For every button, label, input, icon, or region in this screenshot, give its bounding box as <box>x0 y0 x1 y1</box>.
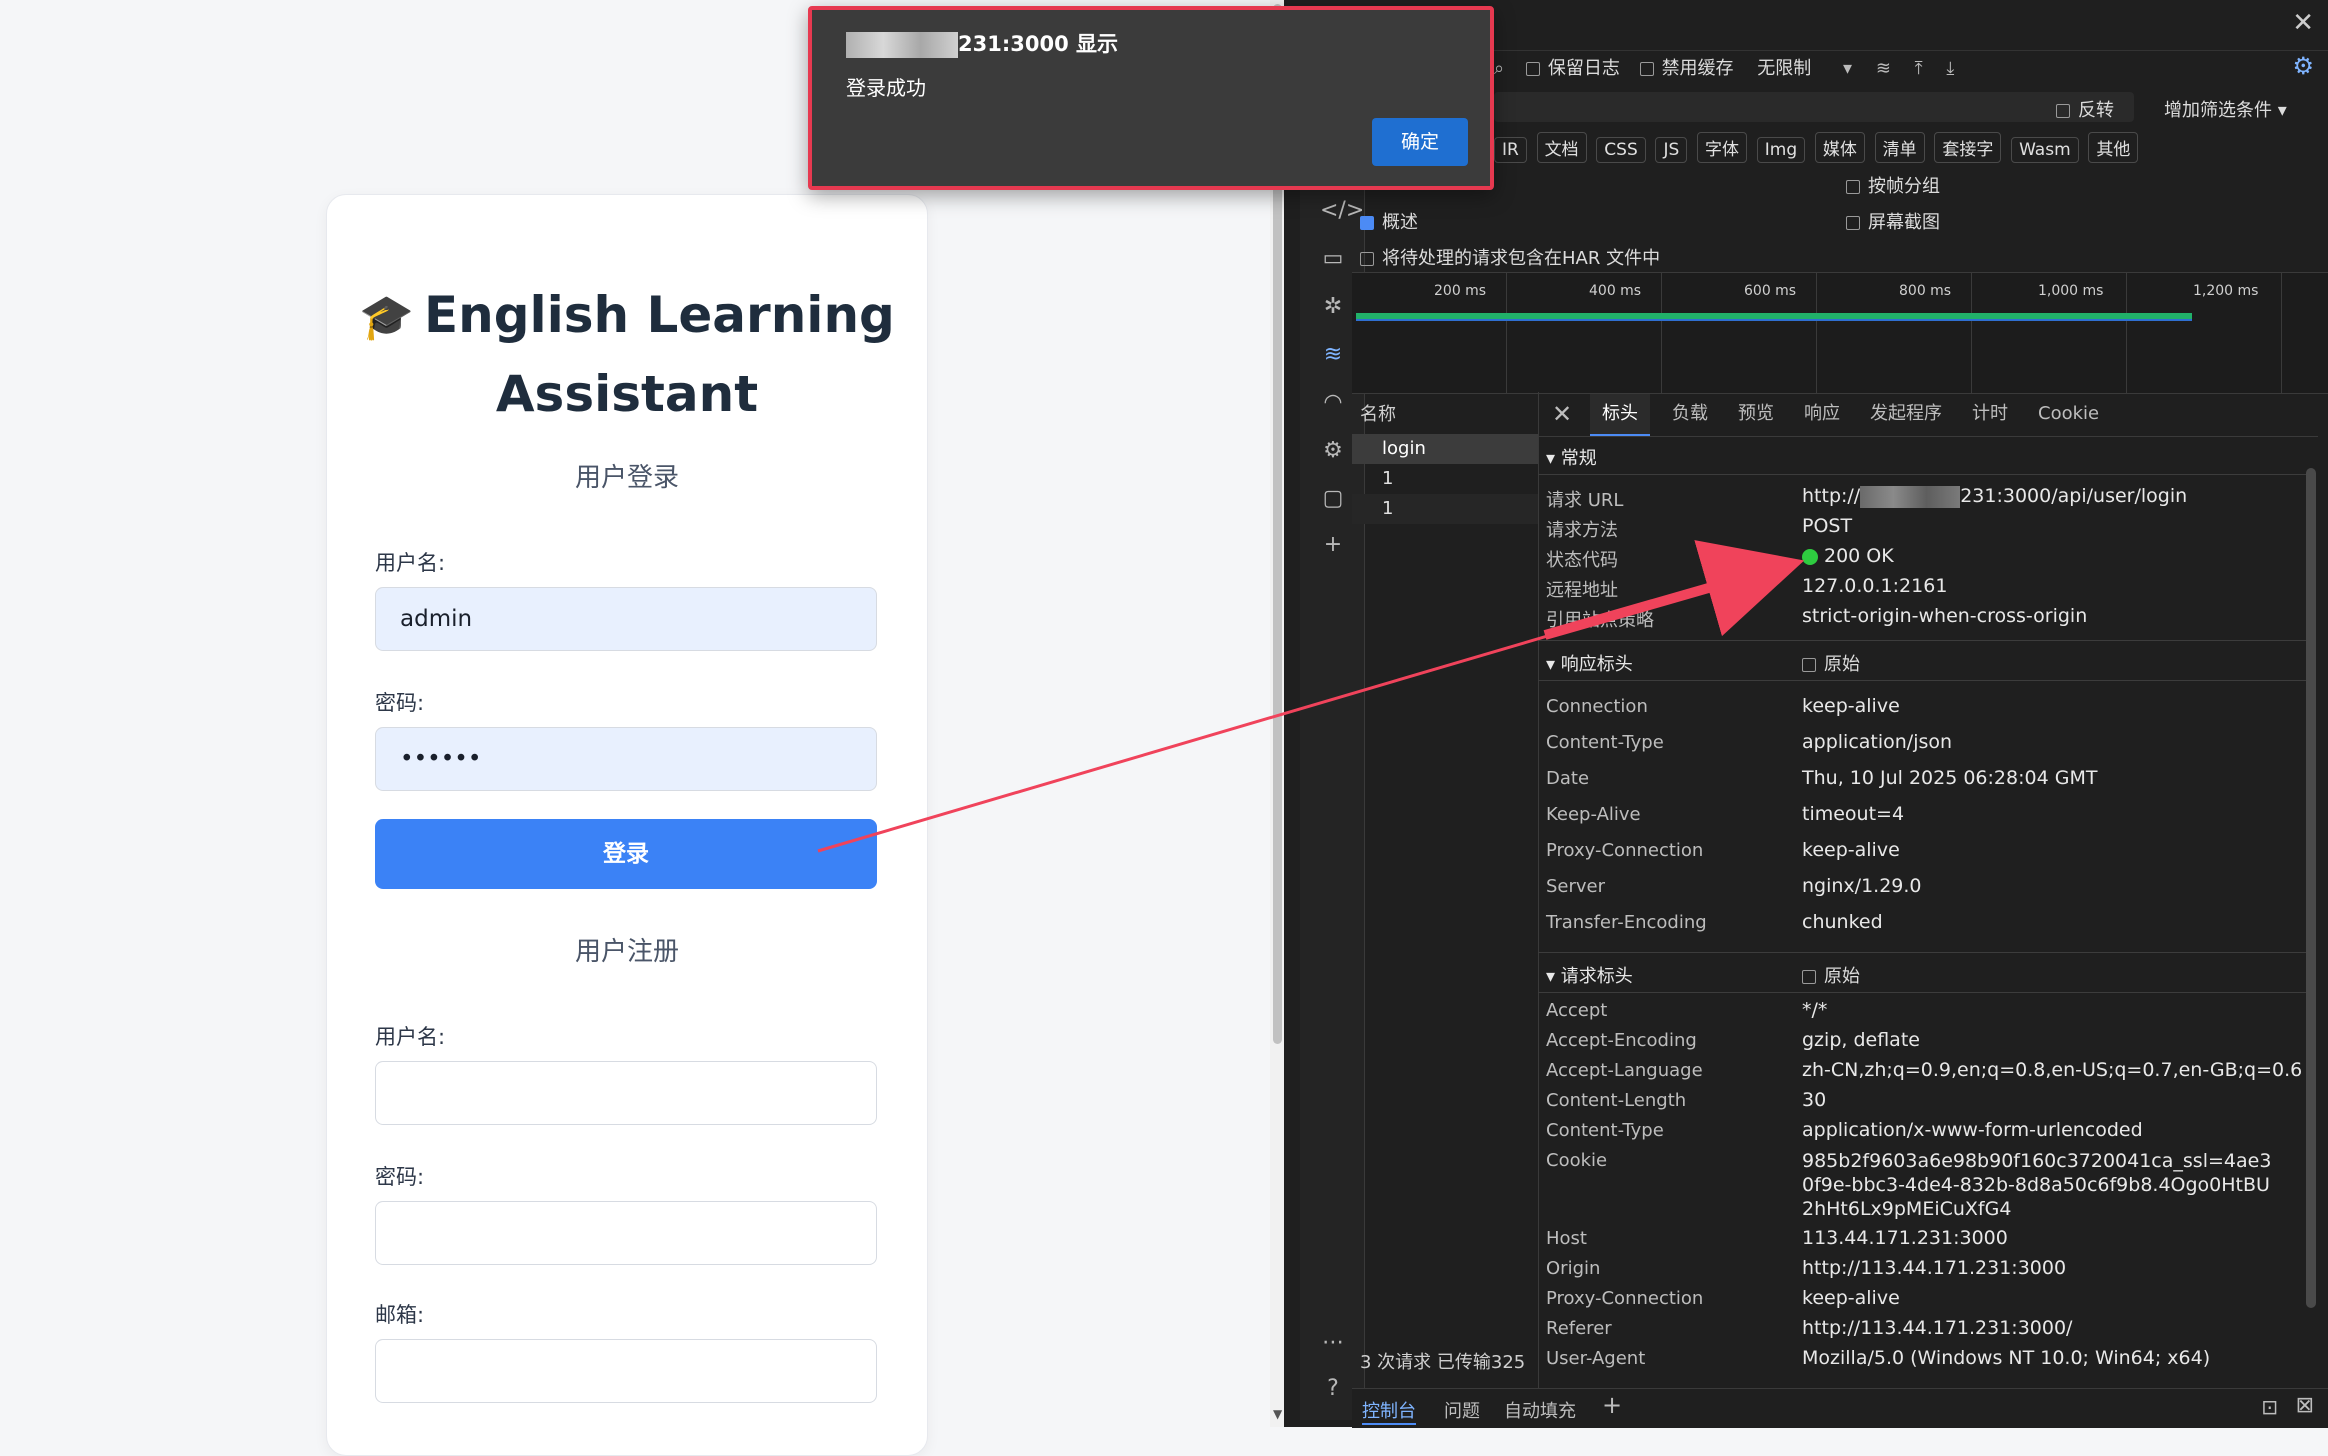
annotation-arrow <box>817 540 1805 853</box>
